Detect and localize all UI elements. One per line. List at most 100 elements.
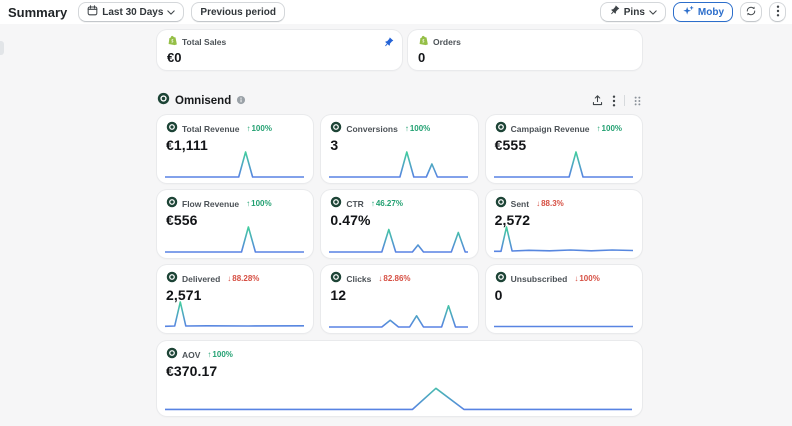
metric-sparkline <box>165 378 632 412</box>
summary-cards-row: Total Sales €0 Orders 0 <box>157 30 642 65</box>
metric-value: €370.17 <box>166 363 633 379</box>
shopify-icon <box>167 35 178 48</box>
metric-card-header: Unsubscribed ↓ 100% <box>495 272 633 285</box>
metric-sparkline <box>494 149 633 179</box>
metric-card-header: Sent ↓ 88.3% <box>495 197 633 210</box>
omnisend-metric-icon <box>330 120 342 138</box>
metric-card[interactable]: Flow Revenue ↑ 100% €556 <box>157 190 313 258</box>
date-range-button[interactable]: Last 30 Days <box>78 2 184 22</box>
metric-card[interactable]: Delivered ↓ 88.28% 2,571 <box>157 265 313 333</box>
metric-change-value: 100% <box>251 124 271 133</box>
summary-card-value: 0 <box>418 50 632 65</box>
sparkle-icon <box>682 5 694 20</box>
omnisend-section-header: Omnisend <box>157 93 642 108</box>
metric-card-header: Clicks ↓ 82.86% <box>330 272 468 285</box>
metric-change-value: 100% <box>410 124 430 133</box>
trend-arrow-icon: ↑ <box>371 199 375 208</box>
section-kebab-icon[interactable] <box>612 95 616 107</box>
metric-card[interactable]: Total Revenue ↑ 100% €1,111 <box>157 115 313 183</box>
orders-card[interactable]: Orders 0 <box>408 30 642 70</box>
omnisend-metric-icon <box>495 270 507 288</box>
metric-label: Flow Revenue <box>182 199 239 209</box>
metric-change-badge: ↑ 100% <box>207 350 232 359</box>
metric-change-value: 100% <box>251 199 271 208</box>
total-sales-card[interactable]: Total Sales €0 <box>157 30 402 70</box>
metric-change-badge: ↑ 100% <box>405 124 430 133</box>
metric-label: Total Revenue <box>182 124 239 134</box>
trend-arrow-icon: ↑ <box>246 124 250 133</box>
metric-card[interactable]: Conversions ↑ 100% 3 <box>321 115 477 183</box>
omnisend-metric-icon <box>166 195 178 213</box>
summary-card-label: Orders <box>433 37 461 47</box>
moby-label: Moby <box>698 7 724 18</box>
metric-sparkline <box>165 299 304 329</box>
metric-card[interactable]: Sent ↓ 88.3% 2,572 <box>486 190 642 258</box>
metric-sparkline <box>329 299 468 329</box>
omnisend-metric-icon <box>166 270 178 288</box>
pins-button[interactable]: Pins <box>600 2 666 22</box>
top-bar: Summary Last 30 Days Previous period Pin… <box>0 0 792 24</box>
trend-arrow-icon: ↓ <box>227 274 231 283</box>
drag-handle-icon[interactable] <box>633 95 642 107</box>
page-title: Summary <box>8 5 67 20</box>
metric-change-badge: ↓ 88.3% <box>536 199 564 208</box>
metric-card-header: CTR ↑ 46.27% <box>330 197 468 210</box>
pin-icon <box>609 5 620 19</box>
metric-change-badge: ↓ 82.86% <box>378 274 410 283</box>
shopify-icon <box>418 35 429 48</box>
metric-card[interactable]: Campaign Revenue ↑ 100% €555 <box>486 115 642 183</box>
trend-arrow-icon: ↓ <box>378 274 382 283</box>
metric-card[interactable]: AOV ↑ 100% €370.17 <box>157 341 642 416</box>
trend-arrow-icon: ↓ <box>574 274 578 283</box>
omnisend-icon <box>157 92 170 110</box>
metric-sparkline <box>329 224 468 254</box>
previous-period-label: Previous period <box>200 7 276 18</box>
metric-change-badge: ↑ 46.27% <box>371 199 403 208</box>
metric-sparkline <box>165 149 304 179</box>
metric-label: Clicks <box>346 274 371 284</box>
metric-label: AOV <box>182 350 200 360</box>
metric-card-header: Delivered ↓ 88.28% <box>166 272 304 285</box>
metric-change-value: 88.28% <box>232 274 259 283</box>
metric-sparkline <box>494 299 633 329</box>
omnisend-metric-icon <box>330 195 342 213</box>
metric-grid: Total Revenue ↑ 100% €1,111 Conversions … <box>157 115 642 416</box>
metric-change-badge: ↑ 100% <box>246 124 271 133</box>
refresh-button[interactable] <box>740 2 762 22</box>
export-icon[interactable] <box>591 94 604 107</box>
metric-change-value: 100% <box>212 350 232 359</box>
refresh-icon <box>745 5 757 20</box>
summary-card-label: Total Sales <box>182 37 226 47</box>
divider <box>624 95 625 106</box>
omnisend-metric-icon <box>495 195 507 213</box>
trend-arrow-icon: ↑ <box>246 199 250 208</box>
previous-period-button[interactable]: Previous period <box>191 2 285 22</box>
omnisend-metric-icon <box>330 270 342 288</box>
omnisend-metric-icon <box>166 346 178 364</box>
metric-card-header: Flow Revenue ↑ 100% <box>166 197 304 210</box>
metric-sparkline <box>165 224 304 254</box>
kebab-menu-button[interactable] <box>769 2 786 22</box>
window-edge-artifact <box>0 41 4 55</box>
metric-card-header: AOV ↑ 100% <box>166 348 633 361</box>
moby-button[interactable]: Moby <box>673 2 733 22</box>
trend-arrow-icon: ↑ <box>207 350 211 359</box>
metric-label: Unsubscribed <box>511 274 568 284</box>
metric-card[interactable]: CTR ↑ 46.27% 0.47% <box>321 190 477 258</box>
trend-arrow-icon: ↓ <box>536 199 540 208</box>
chevron-down-icon <box>649 7 657 18</box>
calendar-icon <box>87 5 98 19</box>
metric-card-header: Campaign Revenue ↑ 100% <box>495 122 633 135</box>
metric-label: Sent <box>511 199 529 209</box>
metric-card-header: Total Revenue ↑ 100% <box>166 122 304 135</box>
omnisend-metric-icon <box>166 120 178 138</box>
metric-card[interactable]: Unsubscribed ↓ 100% 0 <box>486 265 642 333</box>
metric-change-badge: ↓ 88.28% <box>227 274 259 283</box>
metric-label: Delivered <box>182 274 220 284</box>
metric-label: Campaign Revenue <box>511 124 590 134</box>
date-range-label: Last 30 Days <box>102 7 163 18</box>
info-icon[interactable] <box>236 92 246 110</box>
pinned-pin-icon[interactable] <box>383 35 394 53</box>
metric-change-value: 46.27% <box>376 199 403 208</box>
metric-card[interactable]: Clicks ↓ 82.86% 12 <box>321 265 477 333</box>
